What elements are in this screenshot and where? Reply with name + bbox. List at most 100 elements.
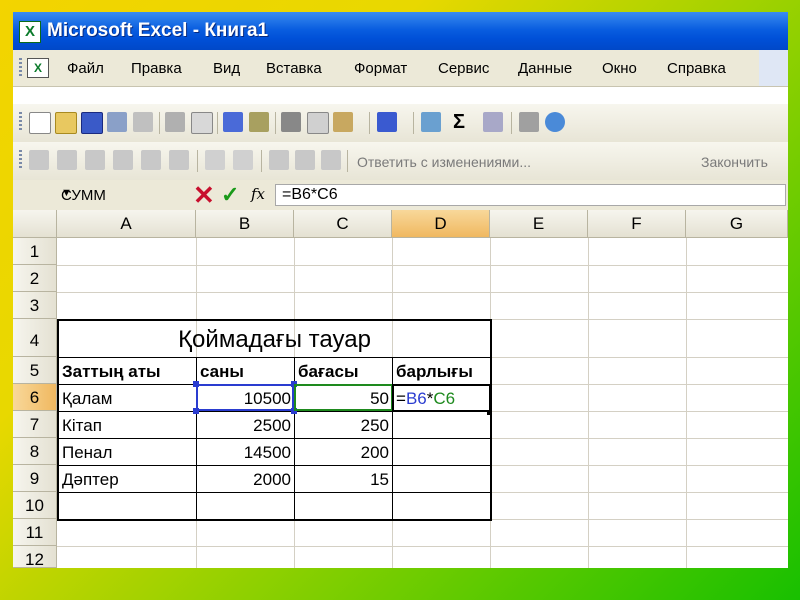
menu-edit[interactable]: Правка xyxy=(131,60,182,77)
cell-b7[interactable]: 2500 xyxy=(197,412,294,438)
formula-bar: СУММ ▼ ✕ ✓ fx =B6*C6 xyxy=(13,180,788,210)
row-header-6[interactable]: 6 xyxy=(13,384,57,411)
reply-with-changes-button[interactable]: Ответить с изменениями... xyxy=(357,154,531,170)
chevron-down-icon[interactable]: ▼ xyxy=(61,187,72,199)
col-header-d[interactable]: D xyxy=(392,210,490,238)
row-header-8[interactable]: 8 xyxy=(13,438,57,465)
cell-a8[interactable]: Пенал xyxy=(59,439,196,465)
permission-icon[interactable] xyxy=(107,112,127,132)
select-all-corner[interactable] xyxy=(13,210,57,238)
col-header-b[interactable]: B xyxy=(196,210,294,238)
menubar-grip[interactable] xyxy=(19,58,22,78)
open-icon[interactable] xyxy=(55,112,77,134)
row-header-1[interactable]: 1 xyxy=(13,238,57,265)
table-title[interactable]: Қоймадағы тауар xyxy=(59,321,490,357)
menu-insert[interactable]: Вставка xyxy=(266,60,322,77)
spelling-icon[interactable] xyxy=(223,112,243,132)
show-all-comments-icon[interactable] xyxy=(141,150,161,170)
separator xyxy=(197,150,198,172)
table-border xyxy=(57,519,491,521)
cut-icon[interactable] xyxy=(281,112,301,132)
row-header-10[interactable]: 10 xyxy=(13,492,57,519)
delete-comment-icon[interactable] xyxy=(169,150,189,170)
gridline xyxy=(57,546,788,547)
menu-window[interactable]: Окно xyxy=(602,60,637,77)
print-preview-icon[interactable] xyxy=(191,112,213,134)
col-header-g[interactable]: G xyxy=(686,210,788,238)
row-header-2[interactable]: 2 xyxy=(13,265,57,292)
email-icon[interactable] xyxy=(133,112,153,132)
previous-comment-icon[interactable] xyxy=(57,150,77,170)
menu-tools[interactable]: Сервис xyxy=(438,60,489,77)
enter-check-icon[interactable]: ✓ xyxy=(221,180,239,210)
ref-highlight-c6 xyxy=(294,384,393,411)
table-border xyxy=(57,492,491,493)
track-changes-icon[interactable] xyxy=(205,150,225,170)
col-header-a[interactable]: A xyxy=(57,210,196,238)
save-icon[interactable] xyxy=(81,112,103,134)
header-price[interactable]: бағасы xyxy=(295,358,392,384)
print-icon[interactable] xyxy=(165,112,185,132)
new-comment-icon[interactable] xyxy=(29,150,49,170)
name-box[interactable]: СУММ ▼ xyxy=(15,184,185,206)
chart-wizard-icon[interactable] xyxy=(519,112,539,132)
col-header-c[interactable]: C xyxy=(294,210,392,238)
formula-input[interactable]: =B6*C6 xyxy=(275,184,786,206)
end-review-button[interactable]: Закончить xyxy=(701,154,768,170)
menu-help[interactable]: Справка xyxy=(667,60,726,77)
new-icon[interactable] xyxy=(29,112,51,134)
row-header-3[interactable]: 3 xyxy=(13,292,57,319)
header-qty[interactable]: саны xyxy=(197,358,294,384)
header-name[interactable]: Заттың аты xyxy=(59,358,196,384)
toolbar-grip[interactable] xyxy=(19,150,22,170)
cell-b9[interactable]: 2000 xyxy=(197,466,294,492)
title-bar[interactable]: X Microsoft Excel - Книга1 xyxy=(13,12,788,50)
menu-bar: X Файл Правка Вид Вставка Формат Сервис … xyxy=(13,50,788,87)
cell-b8[interactable]: 14500 xyxy=(197,439,294,465)
col-header-e[interactable]: E xyxy=(490,210,588,238)
paste-icon[interactable] xyxy=(333,112,353,132)
workbook-icon[interactable]: X xyxy=(27,58,49,78)
update-file-icon[interactable] xyxy=(269,150,289,170)
row-header-12[interactable]: 12 xyxy=(13,546,57,568)
show-comment-icon[interactable] xyxy=(113,150,133,170)
col-header-f[interactable]: F xyxy=(588,210,686,238)
menu-view[interactable]: Вид xyxy=(213,60,240,77)
cell-c9[interactable]: 15 xyxy=(295,466,392,492)
cell-a9[interactable]: Дәптер xyxy=(59,466,196,492)
hyperlink-icon[interactable] xyxy=(421,112,441,132)
insert-function-icon[interactable]: fx xyxy=(251,185,265,203)
cell-a7[interactable]: Кітап xyxy=(59,412,196,438)
row-header-5[interactable]: 5 xyxy=(13,357,57,384)
cell-c8[interactable]: 200 xyxy=(295,439,392,465)
next-comment-icon[interactable] xyxy=(85,150,105,170)
ink-icon[interactable] xyxy=(233,150,253,170)
research-icon[interactable] xyxy=(249,112,269,132)
excel-icon: X xyxy=(19,21,41,43)
cell-c7[interactable]: 250 xyxy=(295,412,392,438)
undo-icon[interactable] xyxy=(377,112,397,132)
menu-file[interactable]: Файл xyxy=(67,60,104,77)
send-icon[interactable] xyxy=(295,150,315,170)
window-title: Microsoft Excel - Книга1 xyxy=(47,20,269,41)
fill-handle[interactable] xyxy=(487,410,492,415)
table-border xyxy=(490,319,492,521)
menu-format[interactable]: Формат xyxy=(354,60,407,77)
attach-icon[interactable] xyxy=(321,150,341,170)
help-icon[interactable] xyxy=(545,112,565,132)
toolbar-grip[interactable] xyxy=(19,112,22,132)
row-header-4[interactable]: 4 xyxy=(13,319,57,357)
ref-handle[interactable] xyxy=(193,381,199,387)
header-total[interactable]: барлығы xyxy=(393,358,490,384)
row-header-11[interactable]: 11 xyxy=(13,519,57,546)
copy-icon[interactable] xyxy=(307,112,329,134)
autosum-icon[interactable]: Σ xyxy=(449,112,469,132)
cell-a6[interactable]: Қалам xyxy=(59,385,196,411)
row-header-9[interactable]: 9 xyxy=(13,465,57,492)
sort-ascending-icon[interactable] xyxy=(483,112,503,132)
ref-handle[interactable] xyxy=(193,408,199,414)
row-header-7[interactable]: 7 xyxy=(13,411,57,438)
menu-data[interactable]: Данные xyxy=(518,60,572,77)
worksheet-grid[interactable]: A B C D E F G 1 2 3 4 5 6 7 8 9 10 11 12 xyxy=(13,210,788,568)
cancel-icon[interactable]: ✕ xyxy=(193,180,215,210)
